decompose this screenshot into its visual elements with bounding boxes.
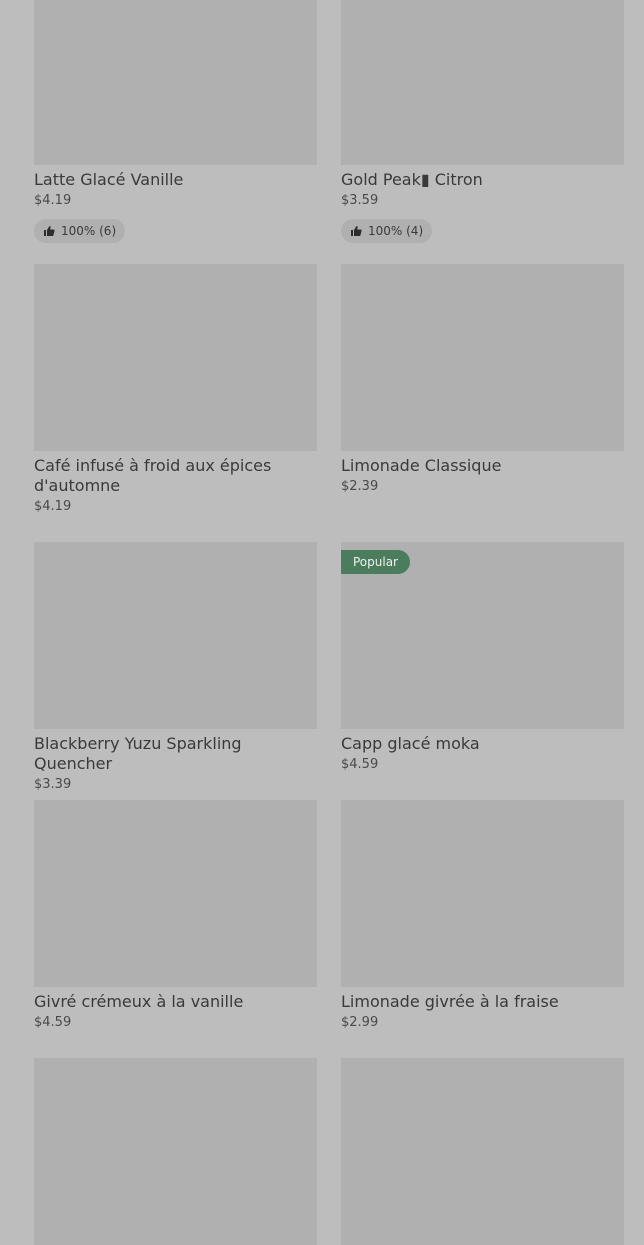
product-price: $4.19 — [34, 193, 72, 208]
product-price: $2.39 — [341, 479, 379, 494]
thumbs-up-icon — [43, 225, 55, 237]
product-price: $3.39 — [34, 777, 72, 792]
product-price: $4.59 — [34, 1015, 72, 1030]
product-image[interactable] — [34, 264, 317, 451]
rating-pill: 100% (4) — [341, 219, 433, 243]
product-image[interactable] — [34, 542, 317, 729]
product-card[interactable]: Latte Glacé Vanille $4.19 100% (6) — [34, 0, 317, 264]
product-price: $2.99 — [341, 1015, 379, 1030]
product-title[interactable]: Gold Peak▮ Citron — [341, 170, 624, 190]
product-title[interactable]: Capp glacé moka — [341, 734, 624, 754]
product-card[interactable]: Blackberry Yuzu Sparkling Quencher $3.39 — [34, 542, 317, 800]
product-card[interactable]: Gold Peak▮ Citron $3.59 100% (4) — [341, 0, 624, 264]
product-title[interactable]: Limonade givrée à la fraise — [341, 992, 624, 1012]
product-card[interactable] — [341, 1058, 624, 1245]
product-title[interactable]: Café infusé à froid aux épices d'automne — [34, 456, 317, 496]
product-image[interactable] — [34, 1058, 317, 1245]
product-card[interactable]: Café infusé à froid aux épices d'automne… — [34, 264, 317, 542]
rating-text: 100% (6) — [61, 224, 117, 238]
product-image[interactable] — [341, 0, 624, 165]
product-image[interactable] — [34, 800, 317, 987]
product-card[interactable]: Popular Capp glacé moka $4.59 — [341, 542, 624, 800]
product-image[interactable] — [341, 264, 624, 451]
product-price: $3.59 — [341, 193, 379, 208]
product-card[interactable]: Limonade givrée à la fraise $2.99 — [341, 800, 624, 1058]
product-title[interactable]: Blackberry Yuzu Sparkling Quencher — [34, 734, 317, 774]
thumbs-up-icon — [350, 225, 362, 237]
product-price: $4.19 — [34, 499, 72, 514]
product-row — [34, 1058, 624, 1245]
product-row: Café infusé à froid aux épices d'automne… — [34, 264, 624, 542]
product-row: Blackberry Yuzu Sparkling Quencher $3.39… — [34, 542, 624, 800]
rating-pill: 100% (6) — [34, 219, 126, 243]
product-image[interactable] — [34, 0, 317, 165]
product-price: $4.59 — [341, 757, 379, 772]
product-row: Latte Glacé Vanille $4.19 100% (6) Gold … — [34, 0, 624, 264]
product-card[interactable] — [34, 1058, 317, 1245]
product-title[interactable]: Limonade Classique — [341, 456, 624, 476]
product-row: Givré crémeux à la vanille $4.59 Limonad… — [34, 800, 624, 1058]
product-image[interactable] — [341, 1058, 624, 1245]
product-card[interactable]: Givré crémeux à la vanille $4.59 — [34, 800, 317, 1058]
product-grid: Latte Glacé Vanille $4.19 100% (6) Gold … — [34, 0, 624, 1245]
rating-text: 100% (4) — [368, 224, 424, 238]
product-card[interactable]: Limonade Classique $2.39 — [341, 264, 624, 542]
popular-badge: Popular — [341, 550, 410, 574]
product-title[interactable]: Latte Glacé Vanille — [34, 170, 317, 190]
product-image[interactable] — [341, 800, 624, 987]
product-title[interactable]: Givré crémeux à la vanille — [34, 992, 317, 1012]
product-image[interactable]: Popular — [341, 542, 624, 729]
